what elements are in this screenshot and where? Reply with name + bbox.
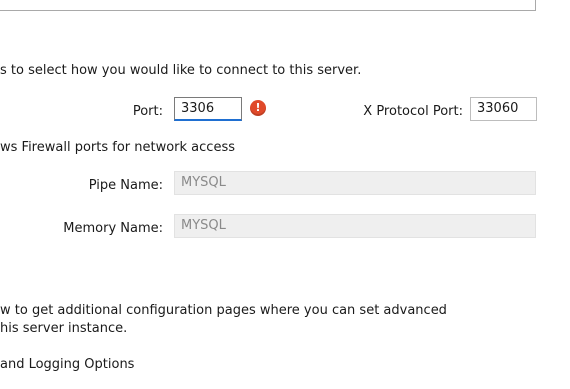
- advanced-description-line2: his server instance.: [0, 321, 128, 336]
- pipe-name-input[interactable]: MYSQL: [174, 171, 536, 195]
- port-input[interactable]: 3306: [174, 97, 242, 121]
- advanced-logging-checkbox-label[interactable]: and Logging Options: [0, 357, 134, 372]
- x-protocol-port-label: X Protocol Port:: [363, 104, 463, 119]
- memory-name-input[interactable]: MYSQL: [174, 214, 536, 238]
- x-protocol-port-input[interactable]: 33060: [470, 97, 537, 121]
- previous-section-field: [0, 0, 536, 11]
- port-label: Port:: [132, 104, 163, 119]
- firewall-checkbox-label[interactable]: ws Firewall ports for network access: [0, 140, 235, 155]
- advanced-description-line1: w to get additional configuration pages …: [0, 303, 447, 318]
- error-icon: !: [250, 100, 266, 116]
- memory-name-label: Memory Name:: [63, 221, 163, 236]
- connectivity-intro-text: s to select how you would like to connec…: [0, 63, 362, 78]
- pipe-name-label: Pipe Name:: [88, 178, 163, 193]
